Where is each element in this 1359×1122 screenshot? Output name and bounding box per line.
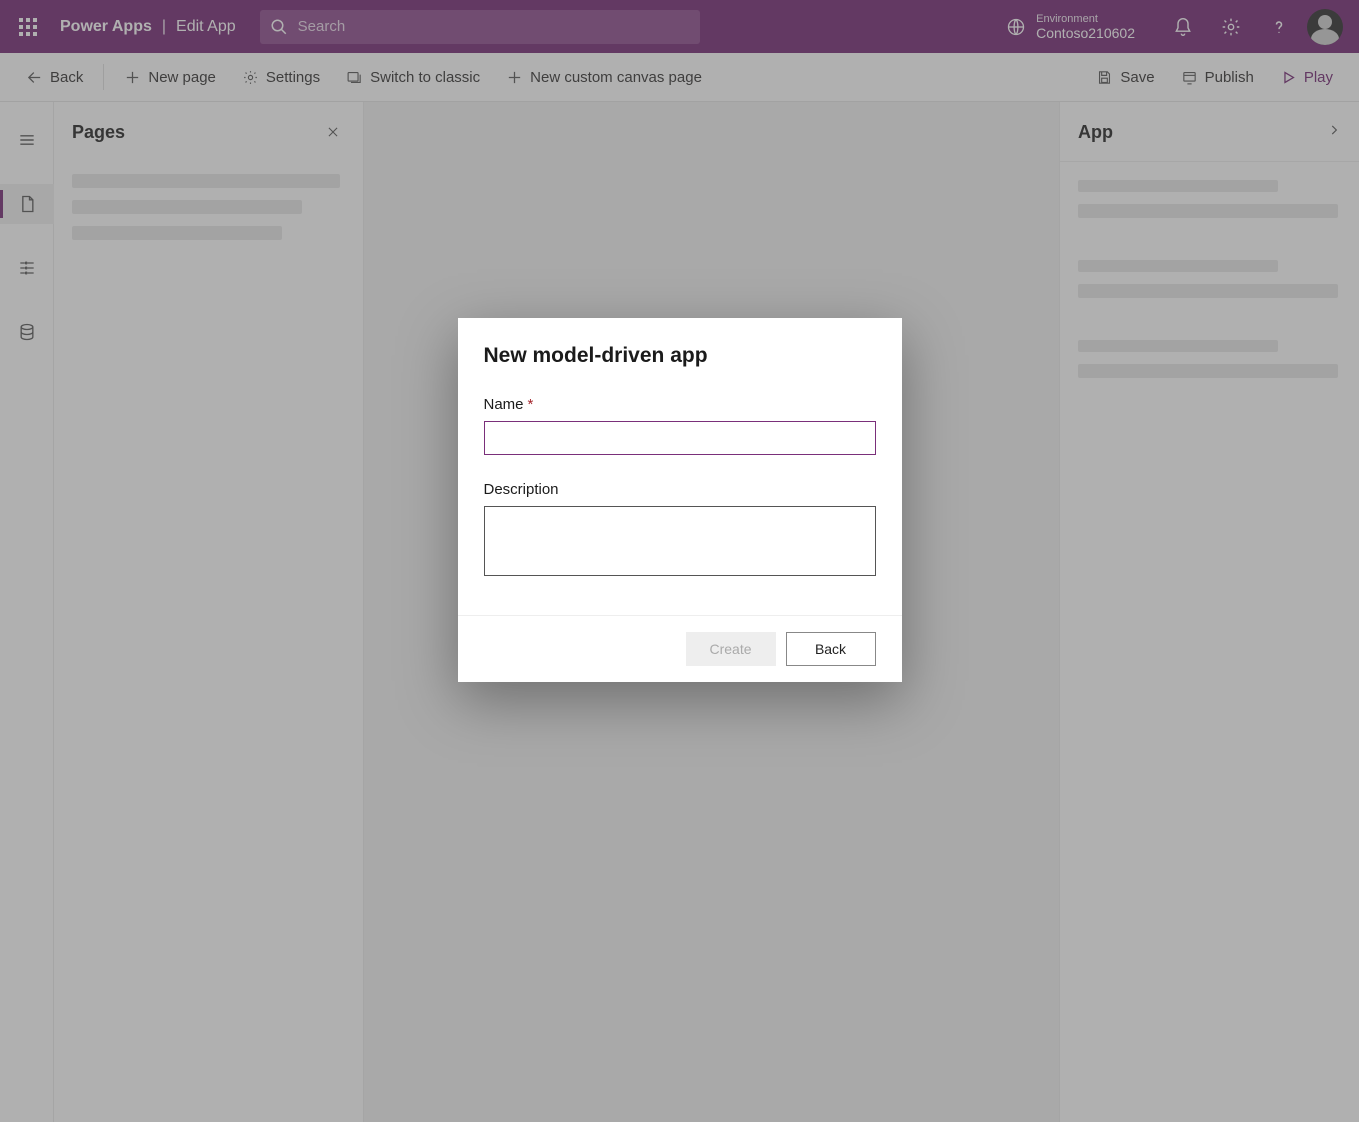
required-marker: * — [528, 396, 534, 413]
new-app-modal: New model-driven app Name * Description … — [458, 318, 902, 682]
description-label: Description — [484, 481, 876, 498]
modal-overlay: New model-driven app Name * Description … — [0, 0, 1359, 1122]
create-button: Create — [686, 632, 776, 666]
name-input[interactable] — [484, 421, 876, 455]
name-label: Name — [484, 396, 524, 413]
modal-back-button[interactable]: Back — [786, 632, 876, 666]
name-label-row: Name * — [484, 396, 876, 413]
description-input[interactable] — [484, 506, 876, 576]
modal-title: New model-driven app — [484, 344, 876, 368]
